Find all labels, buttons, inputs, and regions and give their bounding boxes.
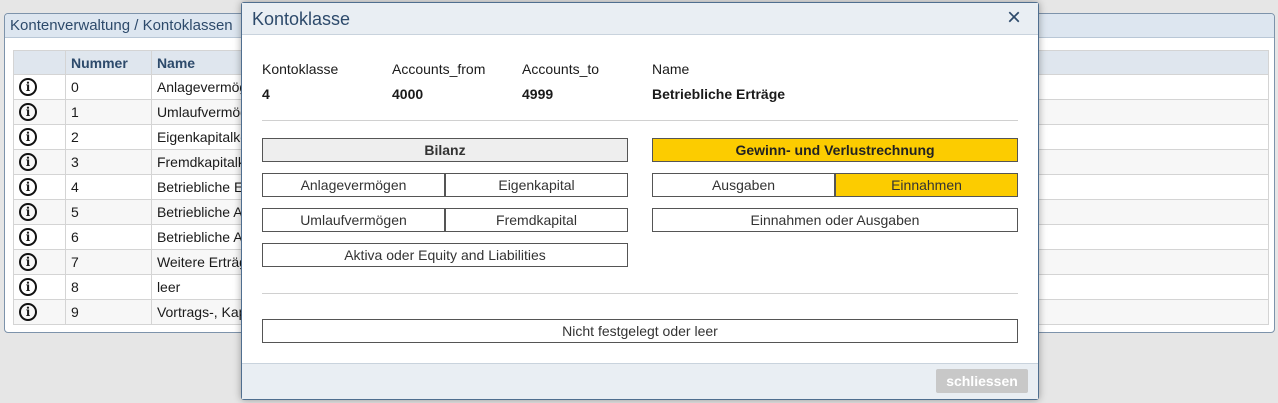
- info-icon[interactable]: i: [19, 203, 37, 221]
- info-icon[interactable]: i: [19, 178, 37, 196]
- info-cell[interactable]: i: [13, 99, 66, 125]
- guv-button[interactable]: Gewinn- und Verlustrechnung: [652, 138, 1018, 162]
- nummer-cell: 9: [64, 299, 152, 325]
- account-class-dialog: Kontoklasse × Kontoklasse 4 Accounts_fro…: [241, 2, 1039, 400]
- nummer-cell: 2: [64, 124, 152, 150]
- info-icon[interactable]: i: [19, 303, 37, 321]
- nummer-cell: 5: [64, 199, 152, 225]
- info-cell[interactable]: i: [13, 174, 66, 200]
- info-cell[interactable]: i: [13, 299, 66, 325]
- info-icon[interactable]: i: [19, 103, 37, 121]
- column-header-nummer[interactable]: Nummer: [64, 50, 152, 75]
- field-value: 4999: [522, 86, 554, 102]
- field-label: Kontoklasse: [262, 61, 339, 77]
- info-cell[interactable]: i: [13, 149, 66, 175]
- field-label: Name: [652, 61, 690, 77]
- info-cell[interactable]: i: [13, 124, 66, 150]
- nummer-cell: 4: [64, 174, 152, 200]
- field-kontoklasse: Kontoklasse 4: [262, 61, 392, 102]
- nummer-cell: 8: [64, 274, 152, 300]
- nummer-cell: 6: [64, 224, 152, 250]
- nummer-cell: 3: [64, 149, 152, 175]
- info-icon[interactable]: i: [19, 153, 37, 171]
- info-icon[interactable]: i: [19, 228, 37, 246]
- dialog-header: Kontoklasse ×: [242, 3, 1038, 35]
- close-button[interactable]: schliessen: [936, 369, 1028, 393]
- info-icon[interactable]: i: [19, 128, 37, 146]
- einnahmen-oder-ausgaben-button[interactable]: Einnahmen oder Ausgaben: [652, 208, 1018, 232]
- fremdkapital-button[interactable]: Fremdkapital: [445, 208, 628, 232]
- eigenkapital-button[interactable]: Eigenkapital: [445, 173, 628, 197]
- nummer-cell: 0: [64, 74, 152, 100]
- field-label: Accounts_from: [392, 61, 486, 77]
- field-value: Betriebliche Erträge: [652, 86, 786, 102]
- einnahmen-button[interactable]: Einnahmen: [835, 173, 1018, 197]
- info-cell[interactable]: i: [13, 274, 66, 300]
- dialog-footer: schliessen: [242, 363, 1038, 399]
- info-icon[interactable]: i: [19, 253, 37, 271]
- nicht-festgelegt-button[interactable]: Nicht festgelegt oder leer: [262, 319, 1018, 343]
- close-icon[interactable]: ×: [1002, 6, 1026, 30]
- field-accounts-from: Accounts_from 4000: [392, 61, 522, 102]
- anlagevermoegen-button[interactable]: Anlagevermögen: [262, 173, 445, 197]
- field-label: Accounts_to: [522, 61, 600, 77]
- bilanz-button[interactable]: Bilanz: [262, 138, 628, 162]
- info-cell[interactable]: i: [13, 74, 66, 100]
- aktiva-equity-button[interactable]: Aktiva oder Equity and Liabilities: [262, 243, 628, 267]
- info-icon[interactable]: i: [19, 278, 37, 296]
- info-cell[interactable]: i: [13, 199, 66, 225]
- field-value: 4: [262, 86, 270, 102]
- umlaufvermoegen-button[interactable]: Umlaufvermögen: [262, 208, 445, 232]
- divider: [262, 120, 1018, 121]
- field-value: 4000: [392, 86, 424, 102]
- divider: [262, 293, 1018, 294]
- field-accounts-to: Accounts_to 4999: [522, 61, 652, 102]
- ausgaben-button[interactable]: Ausgaben: [652, 173, 835, 197]
- field-name: Name Betriebliche Erträge: [652, 61, 952, 102]
- column-header-info: [13, 50, 66, 75]
- info-cell[interactable]: i: [13, 249, 66, 275]
- nummer-cell: 1: [64, 99, 152, 125]
- dialog-title: Kontoklasse: [252, 9, 351, 29]
- info-cell[interactable]: i: [13, 224, 66, 250]
- nummer-cell: 7: [64, 249, 152, 275]
- info-icon[interactable]: i: [19, 78, 37, 96]
